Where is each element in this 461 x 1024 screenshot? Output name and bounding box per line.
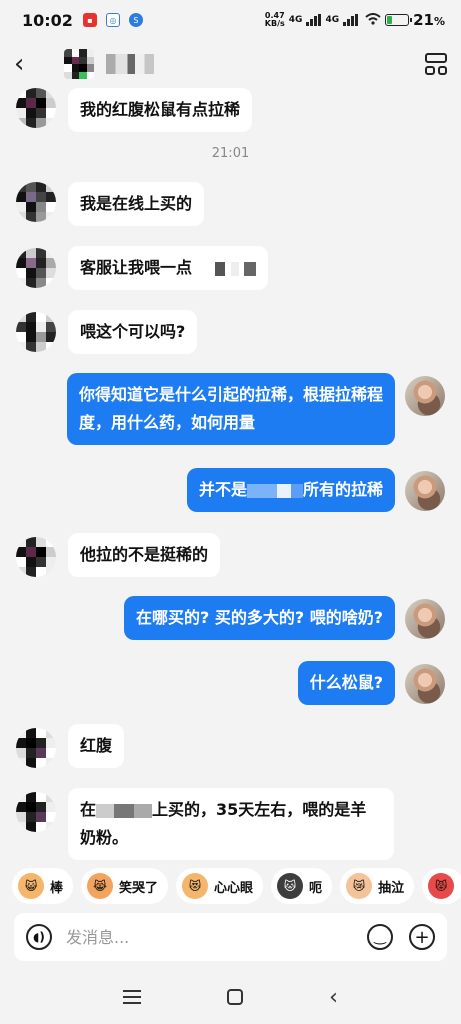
chevron-left-icon[interactable]: ‹ (14, 51, 44, 77)
message-timestamp: 21:01 (211, 146, 250, 161)
home-icon[interactable] (227, 989, 244, 1005)
network-type-label: 4G (288, 15, 303, 25)
message-composer: ◖) ‿ + (14, 913, 447, 961)
quick-reaction-bar: 😺 棒 😹 笑哭了 😻 心心眼 🐱 呃 😿 抽泣 😾 (0, 866, 461, 906)
plus-icon[interactable]: + (409, 924, 435, 950)
network-speed: 0.47 KB/s (264, 11, 285, 28)
avatar[interactable] (16, 792, 56, 832)
signal-icon (343, 14, 359, 26)
redacted-text (215, 261, 226, 276)
redacted-text (197, 261, 210, 276)
avatar[interactable] (16, 537, 56, 577)
avatar[interactable] (405, 471, 445, 511)
message-bubble[interactable]: 我的红腹松鼠有点拉稀 (68, 88, 253, 132)
reaction-chip[interactable]: 😹 笑哭了 (81, 868, 169, 904)
avatar[interactable] (64, 49, 94, 79)
system-navigation-bar: ‹ (0, 970, 461, 1024)
message-bubble[interactable]: 你得知道它是什么引起的拉稀，根据拉稀程度，用什么药，如何用量 (67, 373, 395, 445)
reaction-label: 呃 (309, 880, 323, 896)
app-notification-icon: ▪ (82, 13, 97, 27)
battery-icon (385, 14, 413, 26)
avatar[interactable] (405, 599, 445, 639)
cat-awkward-icon: 🐱 (277, 873, 304, 899)
redacted-text (96, 803, 115, 818)
avatar[interactable] (16, 248, 56, 288)
contact-name-redacted (106, 54, 154, 74)
redacted-text (134, 803, 153, 818)
message-list: 我的红腹松鼠有点拉稀 21:01 我是在线上买的 客服让我喂一点 喂这个可以吗?… (0, 88, 461, 860)
avatar[interactable] (16, 88, 56, 128)
emoji-icon[interactable]: ‿ (367, 924, 393, 950)
signal-icon (306, 14, 322, 26)
message-bubble[interactable]: 红腹 (68, 724, 125, 768)
wifi-icon (365, 11, 381, 29)
back-icon[interactable]: ‹ (329, 985, 338, 1010)
avatar[interactable] (405, 376, 445, 416)
message-bubble[interactable]: 客服让我喂一点 (68, 246, 269, 290)
avatar[interactable] (16, 312, 56, 352)
message-bubble[interactable]: 我是在线上买的 (68, 182, 205, 226)
redacted-text (114, 803, 135, 818)
message-bubble[interactable]: 什么松鼠? (297, 661, 395, 705)
reaction-chip[interactable]: 😿 抽泣 (340, 868, 415, 904)
reaction-label: 抽泣 (378, 880, 405, 896)
reaction-chip[interactable]: 🐱 呃 (271, 868, 333, 904)
message-input[interactable] (66, 927, 351, 947)
message-bubble[interactable]: 他拉的不是挺稀的 (68, 533, 221, 577)
message-bubble[interactable]: 并不是 所有的拉稀 (186, 468, 395, 512)
message-text: 客服让我喂一点 (80, 258, 193, 277)
battery-percent: 21% (413, 11, 445, 29)
redacted-text (230, 261, 239, 276)
cat-laugh-cry-icon: 😹 (87, 873, 114, 899)
network-type-label: 4G (325, 15, 340, 25)
message-bubble[interactable]: 喂这个可以吗? (68, 310, 198, 354)
reaction-chip[interactable]: 😾 (422, 868, 461, 904)
reaction-label: 棒 (50, 880, 64, 896)
app-notification-icon: ◎ (105, 13, 120, 27)
avatar[interactable] (16, 182, 56, 222)
chat-header: ‹ (0, 40, 461, 88)
status-bar: 10:02 ▪ ◎ S 0.47 KB/s 4G 4G 21% (0, 0, 461, 40)
grid-icon[interactable] (425, 53, 447, 75)
reaction-chip[interactable]: 😺 棒 (12, 868, 74, 904)
message-text: 所有的拉稀 (302, 480, 383, 499)
reaction-chip[interactable]: 😻 心心眼 (176, 868, 264, 904)
redacted-text (276, 483, 291, 498)
message-text: 在 (80, 800, 97, 819)
redacted-text (244, 261, 257, 276)
app-notification-icon: S (128, 13, 143, 27)
avatar[interactable] (405, 664, 445, 704)
message-text: 并不是 (198, 480, 247, 499)
menu-icon[interactable] (123, 990, 142, 1004)
cat-thumbs-up-icon: 😺 (18, 873, 44, 899)
redacted-text (290, 483, 303, 498)
message-bubble[interactable]: 在哪买的? 买的多大的? 喂的啥奶? (124, 596, 395, 640)
avatar[interactable] (16, 728, 56, 768)
redacted-text (246, 483, 277, 498)
reaction-label: 笑哭了 (119, 880, 159, 896)
cat-angry-icon: 😾 (428, 873, 455, 899)
voice-icon[interactable]: ◖) (26, 924, 52, 950)
cat-sob-icon: 😿 (346, 873, 373, 899)
status-time: 10:02 (22, 10, 73, 30)
cat-heart-eyes-icon: 😻 (182, 873, 209, 899)
message-bubble[interactable]: 在上买的，35天左右，喂的是羊奶粉。 (68, 788, 394, 860)
reaction-label: 心心眼 (214, 880, 254, 896)
